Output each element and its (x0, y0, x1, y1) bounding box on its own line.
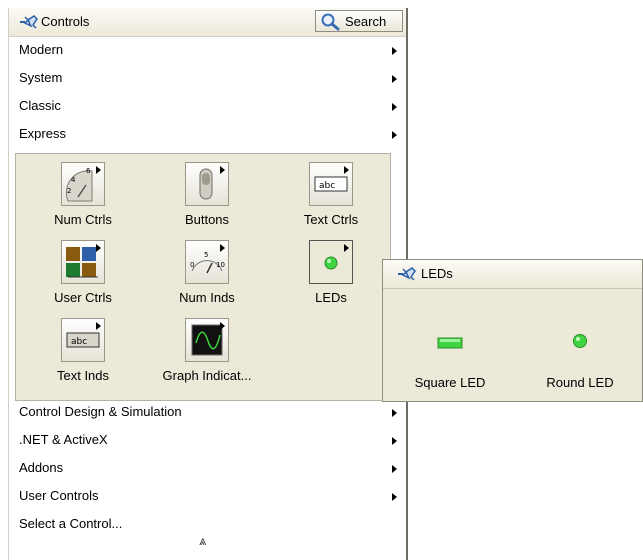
palette-item-label: Graph Indicat... (162, 368, 252, 383)
round-led-label: Round LED (546, 375, 614, 390)
category-label: Select a Control... (19, 516, 123, 531)
category-label: Classic (19, 98, 61, 113)
submenu-arrow-icon (392, 75, 397, 83)
express-icon-grid: 2 4 6 Num Ctrls Buttons abc Text Ctrls U… (15, 153, 391, 401)
square-led-item[interactable]: Square LED (395, 316, 505, 396)
submenu-arrow-icon (392, 47, 397, 55)
pin-icon[interactable] (19, 14, 39, 33)
user-controls-icon (61, 240, 105, 284)
category-label: Addons (19, 460, 64, 475)
svg-text:0: 0 (190, 261, 194, 269)
search-button[interactable]: Search (315, 10, 403, 32)
led-icon (309, 240, 353, 284)
category-user-controls[interactable]: User Controls (9, 482, 406, 510)
palette-item-user-ctrls[interactable]: User Ctrls (20, 240, 140, 318)
leds-title: LEDs (421, 266, 453, 281)
submenu-arrow-icon (392, 465, 397, 473)
text-control-icon: abc (309, 162, 353, 206)
submenu-arrow-icon (392, 437, 397, 445)
svg-text:2: 2 (67, 187, 71, 195)
toggle-switch-icon (185, 162, 229, 206)
leds-titlebar: LEDs (383, 260, 642, 289)
category-net-activex[interactable]: .NET & ActiveX (9, 426, 406, 454)
palette-item-leds[interactable]: LEDs (268, 240, 388, 318)
controls-palette: Controls Search Modern System Classic Ex… (8, 8, 408, 560)
palette-title: Controls (41, 14, 90, 29)
palette-item-num-ctrls[interactable]: 2 4 6 Num Ctrls (20, 162, 140, 240)
svg-text:abc: abc (71, 337, 87, 347)
svg-text:6: 6 (86, 167, 91, 175)
search-label: Search (345, 14, 387, 29)
category-addons[interactable]: Addons (9, 454, 406, 482)
square-led-icon (437, 337, 463, 349)
svg-text:4: 4 (71, 176, 76, 184)
numeric-control-knob-icon: 2 4 6 (61, 162, 105, 206)
svg-text:10: 10 (216, 261, 225, 269)
palette-item-label: Text Ctrls (303, 212, 359, 227)
category-classic[interactable]: Classic (9, 92, 406, 120)
category-label: Control Design & Simulation (19, 404, 182, 419)
category-express[interactable]: Express (9, 120, 406, 148)
collapse-chevron-icon[interactable]: ⩓ (199, 533, 206, 549)
submenu-arrow-icon (392, 103, 397, 111)
round-led-item[interactable]: Round LED (525, 316, 635, 396)
category-label: User Controls (19, 488, 99, 503)
category-label: Express (19, 126, 66, 141)
round-led-icon (573, 334, 587, 348)
category-label: Modern (19, 42, 64, 57)
graph-indicator-icon (185, 318, 229, 362)
submenu-arrow-icon (392, 131, 397, 139)
palette-item-buttons[interactable]: Buttons (144, 162, 264, 240)
svg-text:abc: abc (319, 181, 335, 191)
numeric-indicator-gauge-icon: 0 5 10 (185, 240, 229, 284)
submenu-arrow-icon (392, 493, 397, 501)
svg-text:5: 5 (204, 251, 208, 259)
category-system[interactable]: System (9, 64, 406, 92)
palette-item-graph-indicators[interactable]: Graph Indicat... (144, 318, 264, 396)
palette-titlebar: Controls Search (9, 8, 406, 37)
pin-icon[interactable] (397, 266, 417, 285)
palette-item-num-inds[interactable]: 0 5 10 Num Inds (144, 240, 264, 318)
search-icon (320, 13, 342, 34)
square-led-label: Square LED (414, 375, 486, 390)
category-control-design-simulation[interactable]: Control Design & Simulation (9, 398, 406, 426)
palette-item-text-ctrls[interactable]: abc Text Ctrls (268, 162, 388, 240)
palette-item-text-inds[interactable]: abc Text Inds (20, 318, 140, 396)
leds-subpalette: LEDs Square LED Round LED (382, 259, 643, 402)
submenu-arrow-icon (392, 409, 397, 417)
text-indicator-icon: abc (61, 318, 105, 362)
category-modern[interactable]: Modern (9, 36, 406, 64)
category-label: System (19, 70, 63, 85)
select-a-control[interactable]: Select a Control... (9, 510, 406, 538)
category-label: .NET & ActiveX (19, 432, 108, 447)
